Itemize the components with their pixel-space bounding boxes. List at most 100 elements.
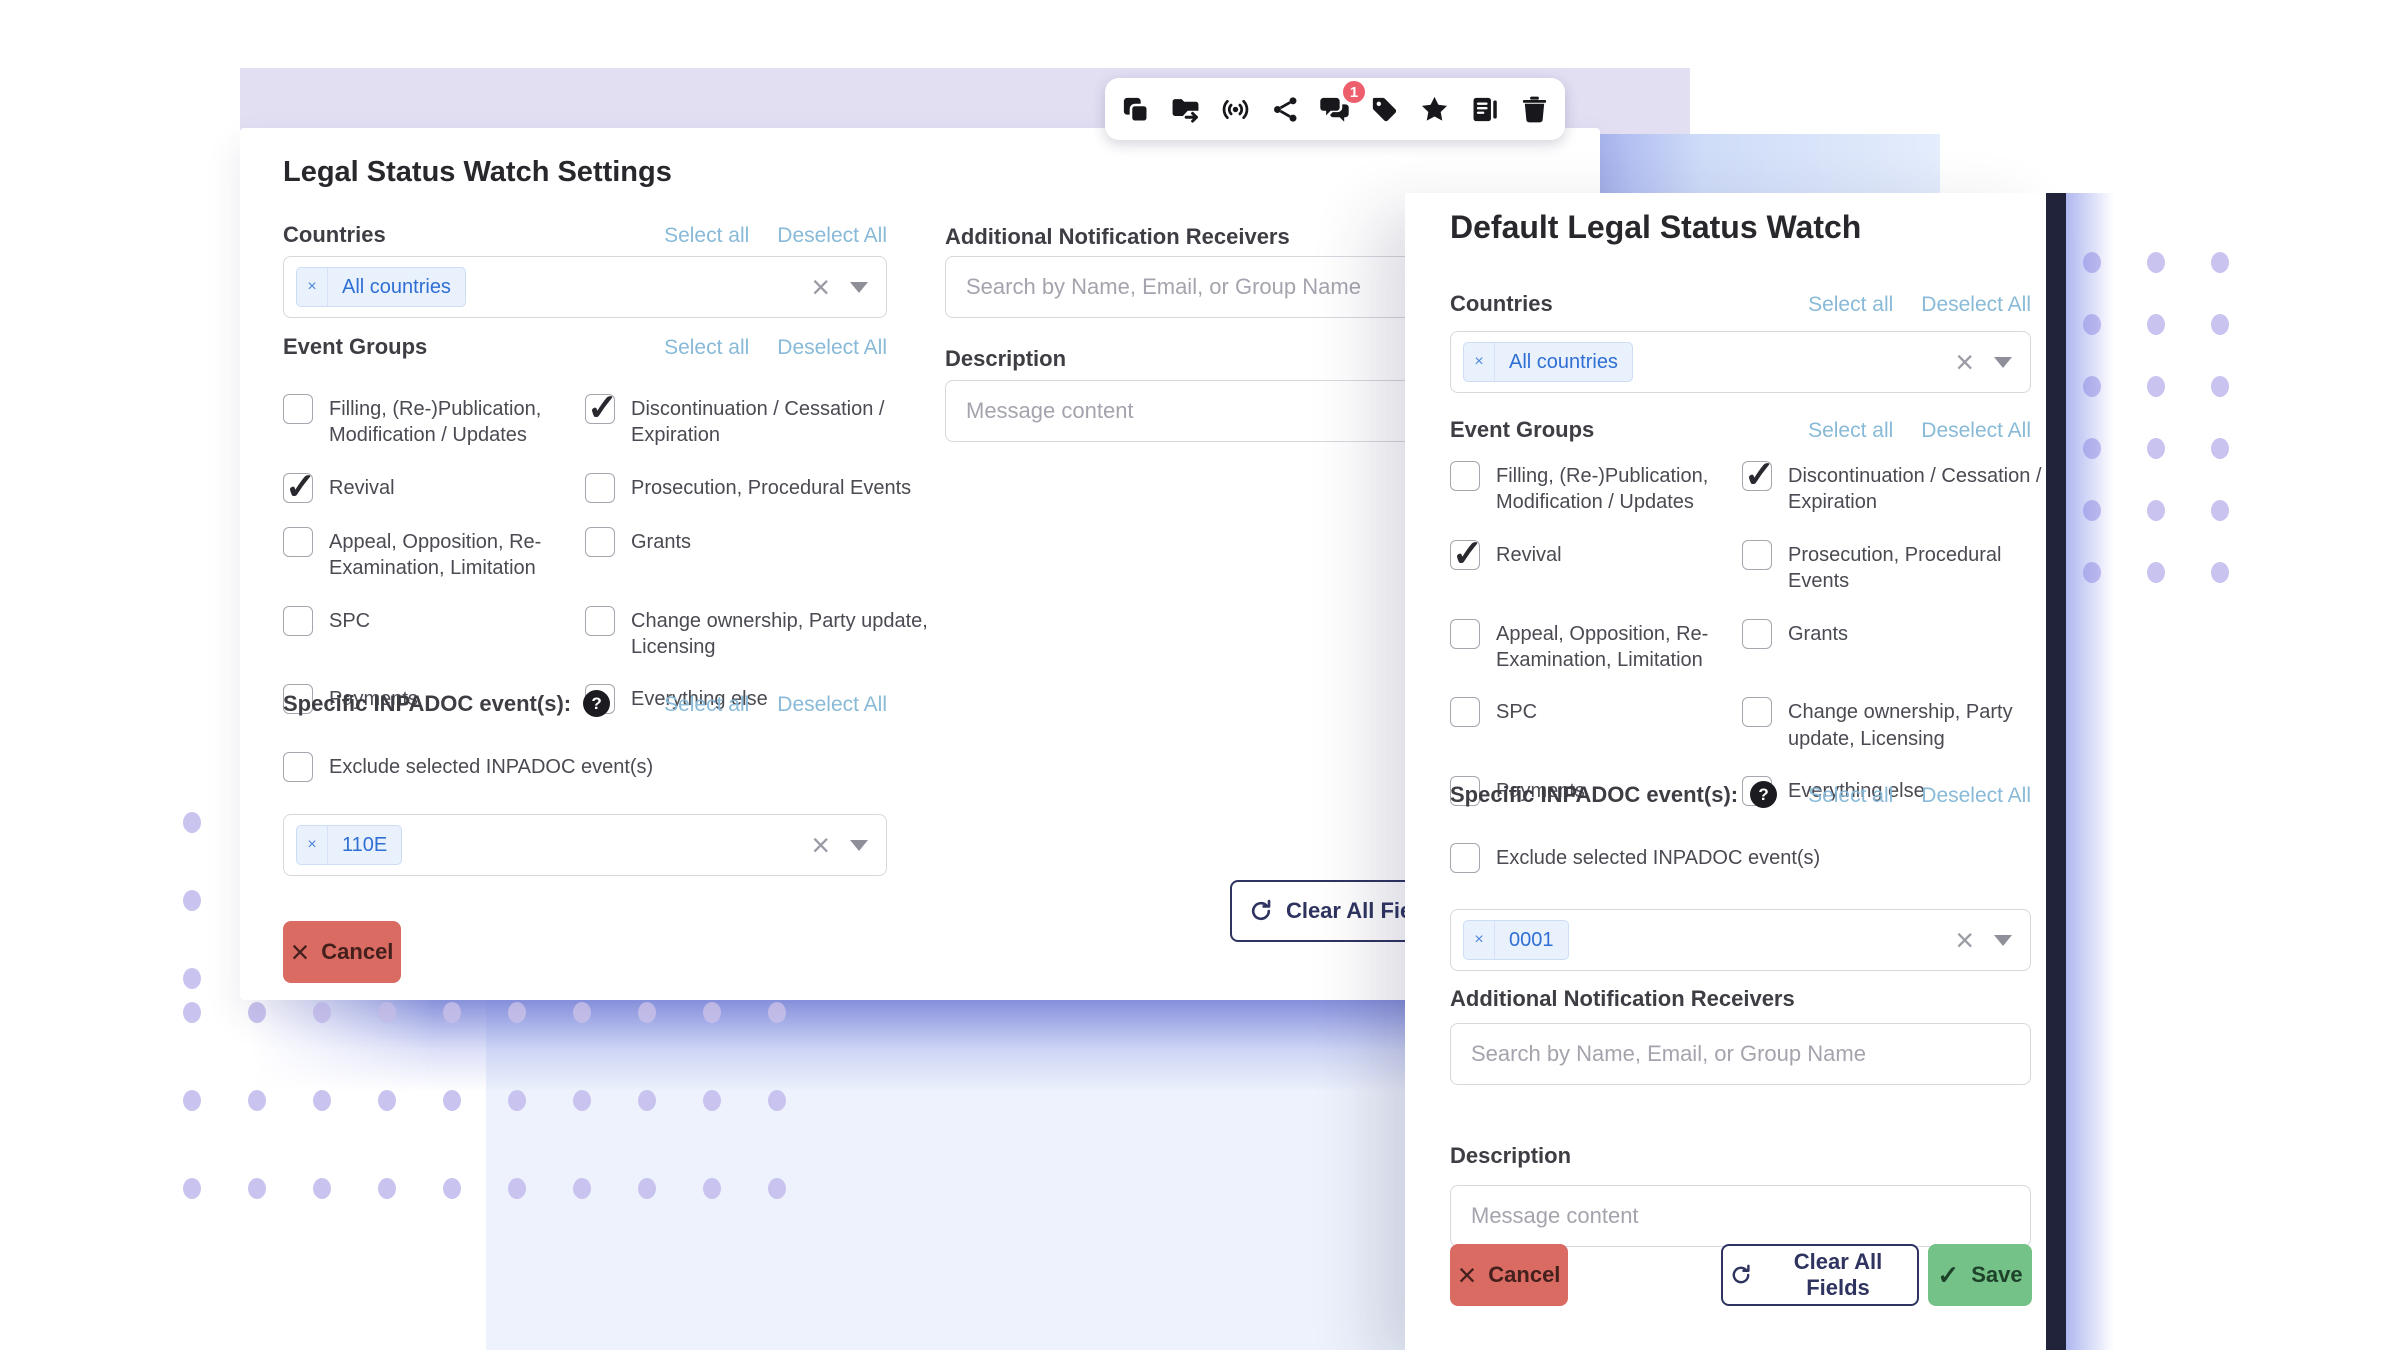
- decor-dot: [313, 1002, 331, 1023]
- chevron-down-icon[interactable]: [1994, 357, 2012, 368]
- chip-label: 0001: [1495, 929, 1568, 952]
- event-group-option[interactable]: Appeal, Opposition, Re-Examination, Limi…: [283, 527, 585, 582]
- event-group-label: Revival: [1496, 540, 1562, 568]
- clear-all-fields-button[interactable]: Clear All Fields: [1721, 1244, 1919, 1306]
- clear-selection-icon[interactable]: [811, 271, 830, 303]
- event-groups-select-all-link[interactable]: Select all: [664, 336, 749, 360]
- event-group-option[interactable]: Prosecution, Procedural Events: [585, 473, 931, 503]
- share-icon[interactable]: [1266, 90, 1304, 128]
- checkbox[interactable]: [585, 394, 615, 424]
- event-group-option[interactable]: Filling, (Re-)Publication, Modification …: [1450, 461, 1742, 516]
- comments-icon[interactable]: 1: [1316, 90, 1354, 128]
- event-group-option[interactable]: Prosecution, Procedural Events: [1742, 540, 2046, 595]
- refresh-icon: [1729, 1262, 1753, 1288]
- checkbox[interactable]: [1450, 619, 1480, 649]
- checkbox[interactable]: [1742, 540, 1772, 570]
- help-icon[interactable]: [1750, 781, 1777, 808]
- event-group-option[interactable]: Discontinuation / Cessation / Expiration: [1742, 461, 2046, 516]
- event-group-option[interactable]: Revival: [283, 473, 585, 503]
- event-group-option[interactable]: Change ownership, Party update, Licensin…: [1742, 697, 2046, 752]
- inpadoc-select-all-link[interactable]: Select all: [1808, 784, 1893, 808]
- star-icon[interactable]: [1416, 90, 1454, 128]
- decor-dot: [443, 1002, 461, 1023]
- checkbox[interactable]: [283, 606, 313, 636]
- inpadoc-select[interactable]: 110E: [283, 814, 887, 876]
- decor-dot: [508, 1090, 526, 1111]
- event-group-option[interactable]: SPC: [1450, 697, 1742, 727]
- tag-icon[interactable]: [1366, 90, 1404, 128]
- checkbox[interactable]: [585, 606, 615, 636]
- event-group-option[interactable]: Appeal, Opposition, Re-Examination, Limi…: [1450, 619, 1742, 674]
- chip-remove-icon[interactable]: [297, 826, 328, 864]
- event-groups-select-all-link[interactable]: Select all: [1808, 419, 1893, 443]
- checkbox[interactable]: [1450, 697, 1480, 727]
- decor-blue-gradient-band: [250, 1000, 1406, 1092]
- event-groups-deselect-all-link[interactable]: Deselect All: [777, 336, 887, 360]
- decor-dot: [248, 1002, 266, 1023]
- checkbox[interactable]: [1450, 843, 1480, 873]
- event-group-label: Filling, (Re-)Publication, Modification …: [329, 394, 585, 449]
- checkbox[interactable]: [1742, 697, 1772, 727]
- inpadoc-select-all-link[interactable]: Select all: [664, 693, 749, 717]
- checkbox[interactable]: [1450, 461, 1480, 491]
- copy-icon[interactable]: [1117, 90, 1155, 128]
- checkbox[interactable]: [283, 473, 313, 503]
- countries-select-all-link[interactable]: Select all: [1808, 293, 1893, 317]
- checkbox[interactable]: [283, 394, 313, 424]
- description-input[interactable]: Message content: [1450, 1185, 2031, 1247]
- chevron-down-icon[interactable]: [850, 282, 868, 293]
- countries-select-all-link[interactable]: Select all: [664, 224, 749, 248]
- chevron-down-icon[interactable]: [1994, 935, 2012, 946]
- chevron-down-icon[interactable]: [850, 840, 868, 851]
- checkbox[interactable]: [283, 527, 313, 557]
- checkbox[interactable]: [1450, 540, 1480, 570]
- event-group-option[interactable]: Filling, (Re-)Publication, Modification …: [283, 394, 585, 449]
- event-group-option[interactable]: Discontinuation / Cessation / Expiration: [585, 394, 931, 449]
- cancel-button[interactable]: Cancel: [1450, 1244, 1568, 1306]
- trash-icon[interactable]: [1515, 90, 1553, 128]
- decor-dot: [768, 1178, 786, 1199]
- countries-deselect-all-link[interactable]: Deselect All: [1921, 293, 2031, 317]
- clear-selection-icon[interactable]: [1955, 346, 1974, 378]
- exclude-inpadoc-option[interactable]: Exclude selected INPADOC event(s): [283, 752, 653, 782]
- inpadoc-deselect-all-link[interactable]: Deselect All: [777, 693, 887, 717]
- receivers-input[interactable]: Search by Name, Email, or Group Name: [1450, 1023, 2031, 1085]
- chip-remove-icon[interactable]: [1464, 921, 1495, 959]
- event-group-option[interactable]: Revival: [1450, 540, 1742, 570]
- event-group-option[interactable]: SPC: [283, 606, 585, 636]
- save-button[interactable]: Save: [1928, 1244, 2032, 1306]
- cancel-button[interactable]: Cancel: [283, 921, 401, 983]
- event-group-label: Change ownership, Party update, Licensin…: [631, 606, 931, 661]
- countries-select[interactable]: All countries: [1450, 331, 2031, 393]
- decor-dot: [703, 1002, 721, 1023]
- inpadoc-select[interactable]: 0001: [1450, 909, 2031, 971]
- chip-remove-icon[interactable]: [1464, 343, 1495, 381]
- checkbox[interactable]: [585, 527, 615, 557]
- countries-deselect-all-link[interactable]: Deselect All: [777, 224, 887, 248]
- folder-move-icon[interactable]: [1167, 90, 1205, 128]
- chip-remove-icon[interactable]: [297, 268, 328, 306]
- event-group-option[interactable]: Grants: [585, 527, 931, 557]
- broadcast-icon[interactable]: [1216, 90, 1254, 128]
- dialog-edge-glow: [2066, 193, 2114, 1350]
- event-groups-deselect-all-link[interactable]: Deselect All: [1921, 419, 2031, 443]
- inpadoc-deselect-all-link[interactable]: Deselect All: [1921, 784, 2031, 808]
- exclude-inpadoc-option[interactable]: Exclude selected INPADOC event(s): [1450, 843, 1820, 873]
- help-icon[interactable]: [583, 690, 610, 717]
- countries-select[interactable]: All countries: [283, 256, 887, 318]
- clear-selection-icon[interactable]: [811, 829, 830, 861]
- event-groups-label: Event Groups: [1450, 417, 1594, 443]
- checkbox[interactable]: [585, 473, 615, 503]
- checkbox[interactable]: [1742, 619, 1772, 649]
- checkbox[interactable]: [283, 752, 313, 782]
- description-placeholder: Message content: [1471, 1203, 1639, 1229]
- checkbox[interactable]: [1742, 461, 1772, 491]
- event-group-option[interactable]: Grants: [1742, 619, 2046, 649]
- decor-dot: [2211, 376, 2229, 397]
- event-group-option[interactable]: Change ownership, Party update, Licensin…: [585, 606, 931, 661]
- refresh-icon: [1248, 898, 1274, 924]
- clear-selection-icon[interactable]: [1955, 924, 1974, 956]
- chip-label: All countries: [328, 276, 465, 299]
- journal-icon[interactable]: [1465, 90, 1503, 128]
- event-group-label: Prosecution, Procedural Events: [1788, 540, 2046, 595]
